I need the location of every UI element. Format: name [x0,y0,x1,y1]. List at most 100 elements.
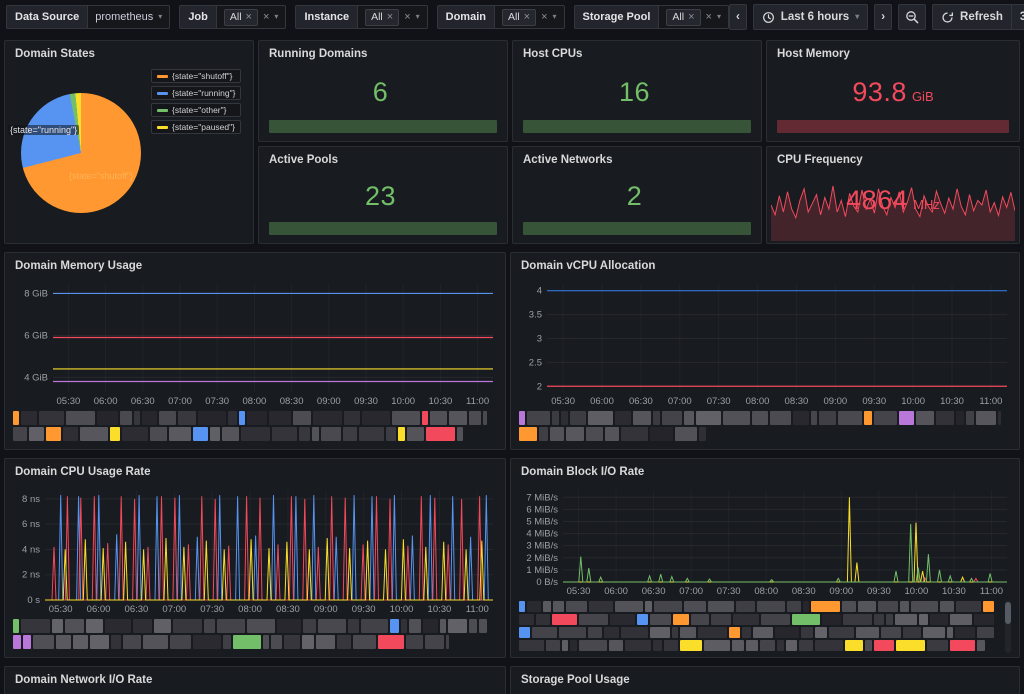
time-back-button[interactable]: ‹ [729,4,747,30]
threshold-bar [777,120,1009,133]
chip-label: All [230,11,242,23]
svg-text:3 MiB/s: 3 MiB/s [526,541,558,552]
time-forward-button[interactable]: › [874,4,892,30]
domain-states-pie-chart[interactable] [21,93,141,213]
vcpu-allocation-chart[interactable]: 05:3006:0006:3007:0007:3008:0008:3009:00… [517,276,1013,408]
chevron-down-icon: ▾ [274,13,278,21]
value-chip[interactable]: All × [224,9,258,26]
panel-title[interactable]: Domain Block I/O Rate [511,459,1019,482]
svg-text:11:00: 11:00 [980,586,1003,597]
clock-icon [762,11,775,24]
svg-text:07:00: 07:00 [162,604,186,615]
panel-title[interactable]: Active Networks [513,147,761,170]
zoom-out-button[interactable] [898,4,926,30]
pie-legend-item[interactable]: {state="running"} [151,86,241,100]
panel-domain-network-io-rate: Domain Network I/O Rate [4,666,506,694]
panel-title[interactable]: Domain Network I/O Rate [5,667,505,690]
svg-text:09:30: 09:30 [867,586,891,597]
svg-text:07:30: 07:30 [717,586,741,597]
remove-value-icon[interactable]: × [688,12,694,23]
svg-text:1 MiB/s: 1 MiB/s [526,565,558,576]
legend-redacted [13,411,497,441]
chevron-down-icon: ▾ [717,13,721,21]
svg-text:07:00: 07:00 [168,396,192,407]
legend-scrollbar[interactable] [1005,601,1011,653]
svg-text:8 ns: 8 ns [22,494,40,505]
pie-legend-item[interactable]: {state="other"} [151,103,241,117]
panel-title[interactable]: Host CPUs [513,41,761,64]
stat-value: 16 [619,77,650,108]
panel-storage-pool-usage: Storage Pool Usage [510,666,1020,694]
chart-svg: 05:3006:0006:3007:0007:3008:0008:3009:00… [517,276,1013,408]
refresh-interval-select[interactable]: 30s ▾ [1012,4,1024,30]
panel-cpu-frequency: CPU Frequency 4864 MHz [766,146,1020,244]
panel-title[interactable]: Domain vCPU Allocation [511,253,1019,276]
value-chip[interactable]: All × [666,9,700,26]
svg-text:09:00: 09:00 [317,396,341,407]
panel-title[interactable]: Active Pools [259,147,507,170]
panel-title[interactable]: Host Memory [767,41,1019,64]
svg-text:08:00: 08:00 [754,586,778,597]
block-io-rate-chart[interactable]: 05:3006:0006:3007:0007:3008:0008:3009:00… [517,482,1013,598]
stat-value-area: 6 [259,64,507,120]
filter-domain: Domain All × × ▾ [437,5,565,29]
stat-value-area: 2 [513,170,761,222]
remove-value-icon[interactable]: × [387,12,393,23]
pie-legend-item[interactable]: {state="shutoff"} [151,69,241,83]
instance-multiselect[interactable]: All × × ▾ [357,5,428,29]
storage-pool-multiselect[interactable]: All × × ▾ [658,5,729,29]
svg-text:09:30: 09:30 [862,396,886,407]
remove-value-icon[interactable]: × [524,12,530,23]
memory-usage-chart[interactable]: 05:3006:0006:3007:0007:3008:0008:3009:00… [11,276,499,408]
legend-label: {state="paused"} [172,122,235,132]
chart-svg: 05:3006:0006:3007:0007:3008:0008:3009:00… [11,276,499,408]
svg-text:06:00: 06:00 [590,396,614,407]
clear-icon[interactable]: × [541,12,547,23]
stat-value-area: 4864 MHz [767,185,1019,216]
svg-text:05:30: 05:30 [57,396,81,407]
pie-legend-item[interactable]: {state="paused"} [151,120,241,134]
time-range-picker[interactable]: Last 6 hours ▾ [753,4,868,30]
panel-title[interactable]: Domain Memory Usage [5,253,505,276]
filter-instance: Instance All × × ▾ [295,5,427,29]
chevron-left-icon: ‹ [736,11,740,23]
svg-text:0 B/s: 0 B/s [536,577,558,588]
data-source-select[interactable]: prometheus ▾ [87,5,170,29]
remove-value-icon[interactable]: × [246,12,252,23]
svg-text:06:30: 06:30 [642,586,666,597]
svg-text:2 MiB/s: 2 MiB/s [526,553,558,564]
svg-text:4: 4 [537,286,542,297]
refresh-group: Refresh 30s ▾ [932,4,1024,30]
domain-multiselect[interactable]: All × × ▾ [494,5,565,29]
stat-value: 93.8 [852,77,907,108]
panel-title[interactable]: CPU Frequency [767,147,1019,170]
cpu-usage-rate-chart[interactable]: 05:3006:0006:3007:0007:3008:0008:3009:00… [11,482,499,616]
job-multiselect[interactable]: All × × ▾ [216,5,287,29]
panel-title[interactable]: Domain States [5,41,253,64]
time-range-label: Last 6 hours [781,11,849,23]
legend-label: {state="shutoff"} [172,71,232,81]
chart-svg: 05:3006:0006:3007:0007:3008:0008:3009:00… [517,482,1013,598]
panel-title[interactable]: Running Domains [259,41,507,64]
clear-icon[interactable]: × [263,12,269,23]
stat-value-area: 93.8GiB [767,64,1019,120]
panel-title[interactable]: Storage Pool Usage [511,667,1019,690]
stat-value: 2 [627,181,643,212]
chevron-down-icon: ▾ [416,13,420,21]
value-chip[interactable]: All × [502,9,536,26]
value-chip[interactable]: All × [365,9,399,26]
legend-row-redacted [519,601,1011,612]
legend-redacted [13,619,497,649]
time-controls: ‹ Last 6 hours ▾ › [729,4,1024,30]
panel-title[interactable]: Domain CPU Usage Rate [5,459,505,482]
series-swatch [157,75,168,78]
svg-text:11:00: 11:00 [979,396,1002,407]
refresh-button[interactable]: Refresh [932,4,1012,30]
stat-value: 23 [365,181,396,212]
svg-text:4 ns: 4 ns [22,544,40,555]
clear-icon[interactable]: × [706,12,712,23]
clear-icon[interactable]: × [404,12,410,23]
series-swatch [157,109,168,112]
pie-legend: {state="shutoff"} {state="running"} {sta… [151,69,241,134]
scrollbar-thumb[interactable] [1005,602,1011,624]
